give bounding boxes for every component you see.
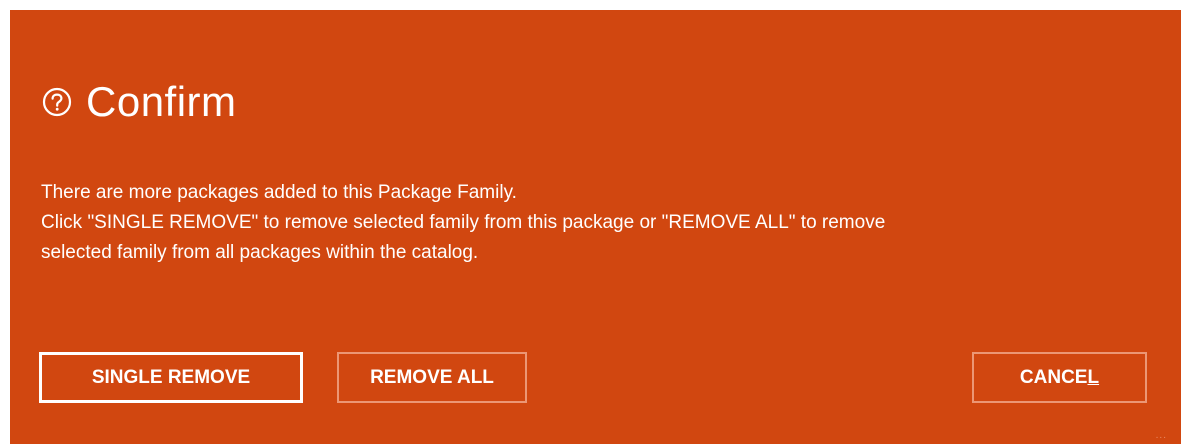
remove-all-label: REMOVE ALL	[370, 366, 494, 388]
cancel-label-text: CANCE	[1019, 366, 1088, 388]
cancel-button[interactable]: CANCEL	[972, 352, 1147, 403]
cancel-accelerator-key: L	[1087, 366, 1100, 388]
resize-grip[interactable]: ...	[1156, 431, 1167, 441]
message-line-2: Click "SINGLE REMOVE" to remove selected…	[41, 212, 886, 233]
single-remove-label: SINGLE REMOVE	[91, 366, 251, 388]
message-line-3: selected family from all packages within…	[41, 242, 479, 263]
question-circle-icon	[42, 87, 72, 117]
remove-all-button[interactable]: REMOVE ALL	[337, 352, 527, 403]
single-remove-button[interactable]: SINGLE REMOVE	[39, 352, 303, 403]
dialog-header: Confirm	[42, 74, 237, 130]
message-line-1: There are more packages added to this Pa…	[41, 182, 517, 203]
cancel-label: CANCEL	[1020, 367, 1099, 389]
dialog-message: There are more packages added to this Pa…	[41, 178, 1166, 268]
confirm-dialog: Confirm There are more packages added to…	[10, 10, 1181, 444]
dialog-title: Confirm	[86, 78, 237, 125]
